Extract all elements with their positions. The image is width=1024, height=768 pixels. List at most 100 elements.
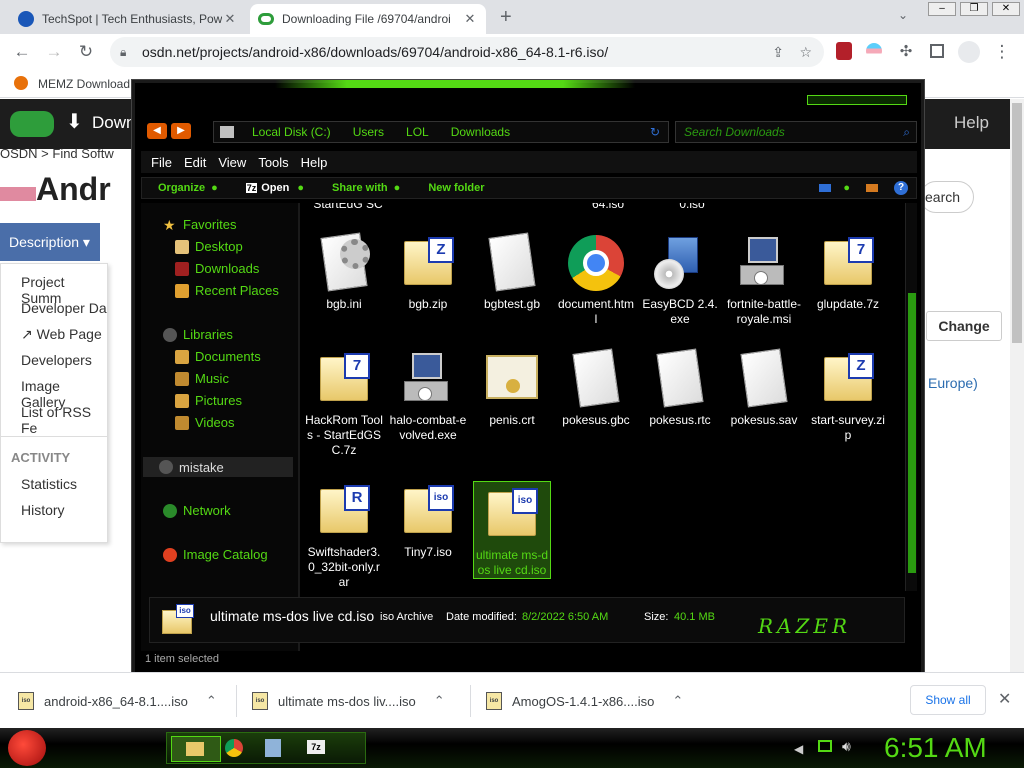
new-folder-command[interactable]: New folder <box>428 182 484 194</box>
show-all-button[interactable]: Show all <box>910 685 986 715</box>
download-item[interactable]: iso AmogOS-1.4.1-x86....iso ⌃ <box>486 685 683 717</box>
chevron-up-icon[interactable]: ⌃ <box>434 693 445 709</box>
menu-tools[interactable]: Tools <box>258 155 288 170</box>
profile-avatar[interactable] <box>958 41 980 63</box>
scrollbar-thumb[interactable] <box>1012 103 1022 343</box>
menu-item[interactable]: ↗ Web Page <box>21 326 102 343</box>
close-window-icon[interactable]: ✕ <box>992 2 1020 16</box>
chevron-up-icon[interactable]: ⌃ <box>206 693 217 709</box>
tray-arrow-icon[interactable]: ◀ <box>794 742 803 756</box>
side-panel-icon[interactable] <box>930 44 944 58</box>
file-item[interactable]: 7 glupdate.7z <box>809 233 887 312</box>
file-item[interactable]: pokesus.sav <box>725 348 803 428</box>
scrollbar-thumb[interactable] <box>908 293 916 573</box>
bookmark-star-icon[interactable]: ☆ <box>799 37 812 67</box>
file-item[interactable]: pokesus.gbc <box>557 348 635 428</box>
view-options-icon[interactable] <box>819 184 832 192</box>
menu-edit[interactable]: Edit <box>184 155 206 170</box>
file-item[interactable]: 7 HackRom Tools - StartEdGSC.7z <box>305 349 383 458</box>
breadcrumb[interactable]: OSDN > Find Softw <box>0 146 114 161</box>
page-scrollbar[interactable] <box>1010 99 1024 672</box>
file-item[interactable]: bgb.ini <box>305 232 383 312</box>
close-tab-icon[interactable]: ✕ <box>222 11 238 27</box>
taskbar-clock[interactable]: 6:51 AM <box>884 732 987 764</box>
file-scrollbar[interactable] <box>905 203 917 591</box>
extensions-puzzle-icon[interactable]: ✣ <box>894 40 918 64</box>
extension-shield-icon[interactable] <box>836 42 852 60</box>
path-segment[interactable]: Local Disk (C:) <box>252 125 331 139</box>
file-item[interactable]: pokesus.rtc <box>641 348 719 428</box>
nav-favorites[interactable]: ★ Favorites <box>163 217 236 232</box>
nav-documents[interactable]: Documents <box>175 349 261 364</box>
change-button[interactable]: Change <box>926 311 1002 341</box>
chevron-up-icon[interactable]: ⌃ <box>672 693 683 709</box>
partial-file-label[interactable]: 0.iso <box>653 203 731 212</box>
nav-network[interactable]: Network <box>163 503 231 518</box>
menu-item[interactable]: List of RSS Fe <box>21 404 107 436</box>
nav-libraries[interactable]: Libraries <box>163 327 233 342</box>
file-item[interactable]: iso ultimate ms-dos live cd.iso <box>473 481 551 579</box>
osdn-logo-icon[interactable] <box>10 111 54 137</box>
restore-icon[interactable]: ❐ <box>960 2 988 16</box>
extension-flag-icon[interactable] <box>866 43 882 59</box>
file-item[interactable]: EasyBCD 2.4.exe <box>641 233 719 327</box>
address-bar[interactable]: 🔒︎ osdn.net/projects/android-x86/downloa… <box>110 37 824 67</box>
nav-downloads[interactable]: Downloads <box>175 261 259 276</box>
file-item[interactable]: iso Tiny7.iso <box>389 481 467 560</box>
tab-search-icon[interactable]: ⌄ <box>898 8 908 22</box>
tray-monitor-icon[interactable] <box>818 740 832 752</box>
file-item[interactable]: fortnite-battle-royale.msi <box>725 233 803 327</box>
taskbar-7zip-icon[interactable]: 7z <box>307 740 325 754</box>
menu-item[interactable]: Statistics <box>21 476 77 492</box>
bookmark-memz[interactable]: MEMZ Download <box>38 77 130 91</box>
tab-osdn[interactable]: Downloading File /69704/androi ✕ <box>250 4 486 34</box>
nav-pictures[interactable]: Pictures <box>175 393 242 408</box>
taskbar-chrome-icon[interactable] <box>225 739 243 757</box>
pane-divider[interactable] <box>298 203 300 651</box>
close-shelf-icon[interactable]: ✕ <box>998 689 1011 709</box>
menu-help[interactable]: Help <box>301 155 328 170</box>
file-item[interactable]: R Swiftshader3.0_32bit-only.rar <box>305 481 383 590</box>
path-segment[interactable]: Users <box>353 125 384 139</box>
menu-file[interactable]: File <box>151 155 172 170</box>
back-icon[interactable]: ← <box>10 40 34 64</box>
path-segment[interactable]: LOL <box>406 125 429 139</box>
menu-item[interactable]: Developers <box>21 352 92 368</box>
organize-command[interactable]: Organize <box>158 182 205 194</box>
help-icon[interactable]: ? <box>894 181 908 195</box>
download-item[interactable]: iso android-x86_64-8.1....iso ⌃ <box>18 685 217 717</box>
file-item[interactable]: penis.crt <box>473 349 551 428</box>
nav-videos[interactable]: Videos <box>175 415 235 430</box>
share-icon[interactable]: ⇪ <box>772 37 784 67</box>
menu-item[interactable]: Developer Da <box>21 300 107 316</box>
nav-desktop[interactable]: Desktop <box>175 239 243 254</box>
nav-mistake[interactable]: mistake <box>143 457 293 477</box>
close-tab-icon[interactable]: ✕ <box>462 11 478 27</box>
preview-pane-icon[interactable] <box>866 184 878 192</box>
taskbar-app-icon[interactable] <box>265 739 281 757</box>
download-label[interactable]: Down <box>92 113 135 133</box>
help-link[interactable]: Help <box>954 113 989 133</box>
search-button[interactable]: earch <box>920 181 974 213</box>
forward-icon[interactable]: → <box>42 40 66 64</box>
file-item[interactable]: Zbgb.zip <box>389 233 467 312</box>
partial-file-label[interactable]: 64.iso <box>569 203 647 212</box>
partial-file-label[interactable]: StartEdG SC <box>309 203 387 212</box>
file-item[interactable]: bgbtest.gb <box>473 232 551 312</box>
reload-icon[interactable]: ↻ <box>74 40 98 64</box>
share-command[interactable]: Share with <box>332 182 388 194</box>
menu-view[interactable]: View <box>218 155 246 170</box>
file-item[interactable]: halo-combat-evolved.exe <box>389 349 467 443</box>
window-control-bar[interactable] <box>807 95 907 105</box>
open-command[interactable]: Open <box>261 182 289 194</box>
refresh-icon[interactable]: ↻ <box>650 125 660 139</box>
tab-techspot[interactable]: TechSpot | Tech Enthusiasts, Pow ✕ <box>10 4 246 34</box>
start-angry-bird-icon[interactable] <box>8 730 46 766</box>
file-item[interactable]: Zstart-survey.zip <box>809 349 887 443</box>
file-item[interactable]: document.html <box>557 233 635 327</box>
menu-dots-icon[interactable]: ⋮ <box>990 40 1014 64</box>
tray-volume-icon[interactable]: 🔊︎ <box>842 738 851 755</box>
menu-item[interactable]: History <box>21 502 65 518</box>
region-link[interactable]: Europe) <box>928 375 978 391</box>
minimize-icon[interactable]: – <box>928 2 956 16</box>
